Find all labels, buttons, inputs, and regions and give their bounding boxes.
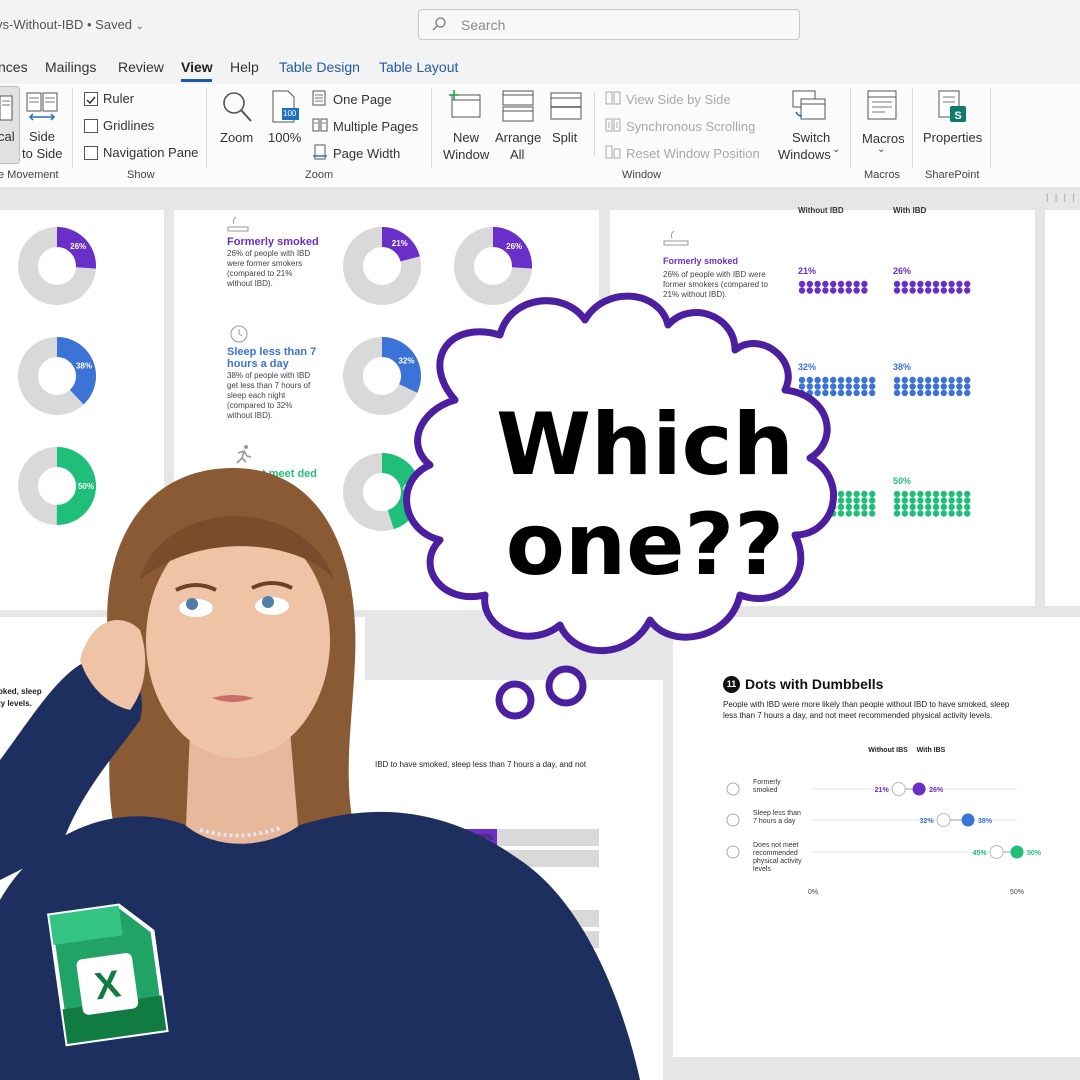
left-iris (186, 598, 198, 610)
excel-logo: X (47, 903, 169, 1047)
right-iris (262, 596, 274, 608)
